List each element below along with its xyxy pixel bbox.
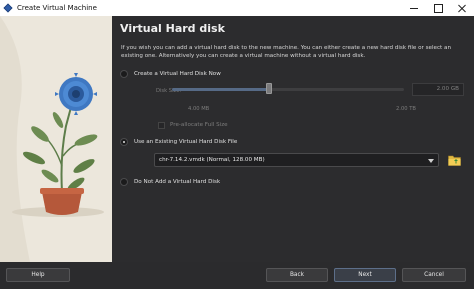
disk-size-slider[interactable] xyxy=(172,88,404,91)
disk-size-input[interactable]: 2.00 GB xyxy=(412,83,464,96)
minimize-button[interactable] xyxy=(402,0,426,16)
chevron-down-icon[interactable] xyxy=(428,159,434,163)
disk-size-slider-fill xyxy=(172,88,270,91)
virtualbox-icon xyxy=(3,3,13,13)
cancel-button[interactable]: Cancel xyxy=(402,268,466,282)
use-existing-label[interactable]: Use an Existing Virtual Hard Disk File xyxy=(134,139,237,145)
wizard-illustration xyxy=(0,16,112,262)
page-description: If you wish you can add a virtual hard d… xyxy=(121,45,451,59)
title-bar: Create Virtual Machine xyxy=(0,0,474,16)
existing-disk-value: chr-7.14.2.vmdk (Normal, 128.00 MB) xyxy=(159,157,265,163)
help-button[interactable]: Help xyxy=(6,268,70,282)
disk-size-min-label: 4.00 MB xyxy=(188,106,210,112)
create-disk-label[interactable]: Create a Virtual Hard Disk Now xyxy=(134,71,221,77)
wizard-footer: Help Back Next Cancel xyxy=(0,262,474,289)
potted-plant-illustration xyxy=(0,16,112,262)
no-disk-label[interactable]: Do Not Add a Virtual Hard Disk xyxy=(134,179,220,185)
disk-size-max-label: 2.00 TB xyxy=(396,106,416,112)
maximize-button[interactable] xyxy=(426,0,450,16)
create-disk-radio[interactable] xyxy=(120,70,128,78)
wizard-page: Virtual Hard disk If you wish you can ad… xyxy=(112,16,474,262)
back-button[interactable]: Back xyxy=(266,268,328,282)
no-disk-radio[interactable] xyxy=(120,178,128,186)
window-title: Create Virtual Machine xyxy=(17,4,97,12)
page-title: Virtual Hard disk xyxy=(120,22,225,35)
preallocate-label[interactable]: Pre-allocate Full Size xyxy=(170,122,228,128)
choose-disk-file-button[interactable] xyxy=(448,154,461,166)
next-button[interactable]: Next xyxy=(334,268,396,282)
close-button[interactable] xyxy=(450,0,474,16)
existing-disk-select[interactable]: chr-7.14.2.vmdk (Normal, 128.00 MB) xyxy=(154,153,439,167)
use-existing-radio[interactable] xyxy=(120,138,128,146)
disk-size-slider-handle[interactable] xyxy=(266,83,273,94)
window-controls xyxy=(402,0,474,16)
preallocate-checkbox[interactable] xyxy=(158,122,165,129)
